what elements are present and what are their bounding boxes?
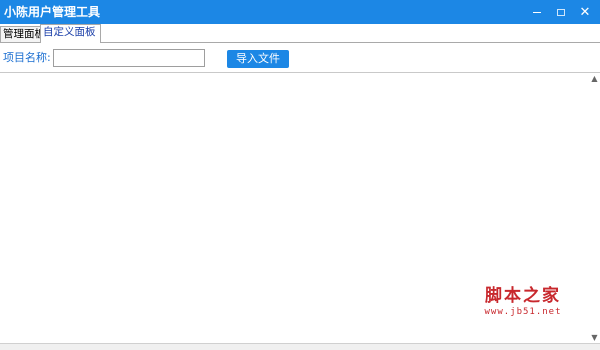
minimize-button[interactable] — [525, 0, 549, 24]
close-button[interactable]: ✕ — [573, 0, 597, 24]
window-title: 小陈用户管理工具 — [4, 5, 101, 19]
watermark-url: www.jb51.net — [484, 307, 562, 317]
scroll-up-icon[interactable]: ▲ — [590, 74, 599, 83]
watermark: 脚本之家 www.jb51.net — [473, 286, 573, 318]
title-bar: 小陈用户管理工具 ✕ — [0, 0, 600, 24]
minimize-icon — [533, 11, 541, 13]
close-icon: ✕ — [579, 4, 591, 20]
project-name-input[interactable] — [53, 49, 205, 67]
watermark-text: 脚本之家 — [485, 286, 561, 306]
import-file-button[interactable]: 导入文件 — [227, 50, 289, 68]
import-toolbar: 项目名称: 导入文件 — [0, 43, 600, 72]
project-name-label: 项目名称: — [3, 51, 51, 64]
maximize-button[interactable] — [549, 0, 573, 24]
tab-custom-panel[interactable]: 自定义面板 — [40, 24, 101, 43]
scroll-down-icon[interactable]: ▼ — [590, 333, 599, 342]
tab-management-panel[interactable]: 管理面板 — [0, 26, 45, 42]
tab-strip: 管理面板 自定义面板 — [0, 24, 600, 43]
maximize-icon — [557, 8, 565, 16]
